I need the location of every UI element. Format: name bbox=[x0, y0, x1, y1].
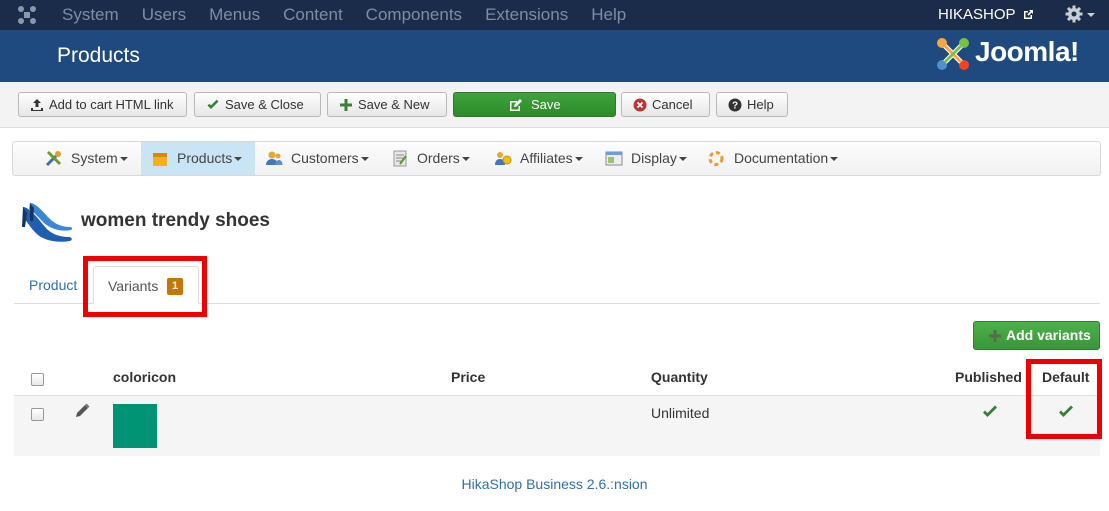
hika-menu-system[interactable]: System bbox=[43, 142, 128, 175]
hika-menu-affiliates[interactable]: Affiliates bbox=[494, 142, 583, 175]
table-row bbox=[14, 396, 1100, 456]
product-thumbnail bbox=[22, 203, 73, 242]
help-label: Help bbox=[747, 97, 774, 112]
menu-menus[interactable]: Menus bbox=[209, 0, 260, 30]
chevron-down-icon bbox=[830, 157, 839, 161]
save-label: Save bbox=[531, 97, 561, 112]
save-new-button[interactable]: Save & New bbox=[327, 92, 447, 117]
display-icon bbox=[605, 151, 623, 166]
site-link[interactable]: HIKASHOP bbox=[938, 0, 1034, 30]
hika-menu-documentation[interactable]: Documentation bbox=[707, 142, 839, 175]
affiliates-icon bbox=[495, 152, 512, 165]
menu-system[interactable]: System bbox=[62, 0, 119, 30]
footer-version-text[interactable]: HikaShop Business 2.6.:nsion bbox=[462, 476, 648, 492]
quantity-cell: Unlimited bbox=[651, 405, 710, 421]
site-name: HIKASHOP bbox=[938, 6, 1016, 23]
highlight-box-default bbox=[1026, 359, 1102, 439]
hika-menu-customers-label: Customers bbox=[291, 150, 359, 166]
cancel-label: Cancel bbox=[652, 97, 693, 112]
color-swatch bbox=[113, 404, 157, 448]
hika-menu-system-label: System bbox=[71, 150, 118, 166]
column-header-published[interactable]: Published bbox=[955, 369, 1022, 385]
hika-menu-display[interactable]: Display bbox=[605, 142, 687, 175]
edit-icon bbox=[510, 99, 522, 111]
add-variants-label: Add variants bbox=[1006, 327, 1091, 343]
add-to-cart-html-label: Add to cart HTML link bbox=[49, 97, 174, 112]
plus-icon bbox=[340, 99, 352, 111]
save-close-label: Save & Close bbox=[225, 97, 304, 112]
highlight-box-variants bbox=[83, 256, 207, 317]
customers-icon bbox=[266, 151, 283, 165]
hika-menu-orders[interactable]: Orders bbox=[391, 142, 470, 175]
hika-menu-products[interactable]: Products bbox=[141, 142, 255, 175]
row-checkbox[interactable] bbox=[31, 408, 44, 421]
plus-icon bbox=[989, 330, 1001, 342]
hika-menu-products-label: Products bbox=[177, 150, 233, 166]
chevron-down-icon bbox=[119, 157, 128, 161]
save-new-label: Save & New bbox=[358, 97, 430, 112]
cancel-icon bbox=[633, 98, 647, 112]
joomla-logo-icon bbox=[937, 38, 969, 70]
chevron-down-icon bbox=[461, 157, 470, 161]
gear-icon[interactable] bbox=[1065, 5, 1083, 23]
svg-text:?: ? bbox=[732, 101, 738, 112]
tools-icon bbox=[45, 150, 62, 167]
save-close-button[interactable]: Save & Close bbox=[194, 92, 321, 117]
page-title: Products bbox=[57, 44, 140, 67]
joomla-brand-text: Joomla! bbox=[975, 36, 1079, 67]
chevron-down-icon bbox=[678, 157, 687, 161]
add-variants-button[interactable]: Add variants bbox=[973, 321, 1100, 350]
joomla-icon[interactable] bbox=[16, 4, 38, 26]
add-to-cart-html-button[interactable]: Add to cart HTML link bbox=[18, 92, 187, 117]
lifebuoy-icon bbox=[708, 151, 724, 166]
chevron-down-icon bbox=[360, 157, 369, 161]
chevron-down-icon bbox=[574, 157, 583, 161]
hika-menu-customers[interactable]: Customers bbox=[265, 142, 369, 175]
menu-content[interactable]: Content bbox=[283, 0, 343, 30]
chevron-down-icon bbox=[1087, 13, 1095, 17]
pencil-icon[interactable] bbox=[75, 403, 90, 418]
admin-topbar: System Users Menus Content Components Ex… bbox=[0, 0, 1109, 30]
save-button[interactable]: Save bbox=[453, 92, 616, 117]
page-header: Products Joomla! bbox=[0, 30, 1109, 82]
cancel-button[interactable]: Cancel bbox=[621, 92, 710, 117]
menu-components[interactable]: Components bbox=[366, 0, 462, 30]
hika-menu-documentation-label: Documentation bbox=[734, 150, 829, 166]
help-icon: ? bbox=[728, 98, 742, 112]
product-name: women trendy shoes bbox=[81, 210, 270, 231]
orders-icon bbox=[393, 150, 407, 167]
check-icon bbox=[207, 99, 219, 109]
external-link-icon bbox=[1024, 10, 1034, 19]
hikashop-menu: System Products Customers Orders Affilia… bbox=[12, 141, 1101, 176]
tab-product[interactable]: Product bbox=[29, 277, 77, 293]
footer: HikaShop Business 2.6.:nsion bbox=[0, 476, 1109, 492]
hika-menu-affiliates-label: Affiliates bbox=[520, 150, 573, 166]
products-icon bbox=[153, 153, 167, 166]
published-check-icon[interactable] bbox=[982, 405, 998, 419]
admin-main-menu: System Users Menus Content Components Ex… bbox=[62, 0, 649, 30]
column-header-price[interactable]: Price bbox=[451, 369, 485, 385]
column-header-characteristic[interactable]: coloricon bbox=[113, 369, 176, 385]
toolbar: Add to cart HTML link Save & Close Save … bbox=[0, 82, 1109, 128]
menu-extensions[interactable]: Extensions bbox=[485, 0, 568, 30]
hika-menu-display-label: Display bbox=[631, 150, 677, 166]
menu-users[interactable]: Users bbox=[142, 0, 186, 30]
column-header-quantity[interactable]: Quantity bbox=[651, 369, 708, 385]
upload-icon bbox=[31, 99, 43, 111]
hika-menu-orders-label: Orders bbox=[417, 150, 460, 166]
menu-help[interactable]: Help bbox=[591, 0, 626, 30]
select-all-checkbox[interactable] bbox=[31, 373, 44, 386]
chevron-down-icon bbox=[234, 157, 243, 161]
help-button[interactable]: ? Help bbox=[716, 92, 788, 117]
